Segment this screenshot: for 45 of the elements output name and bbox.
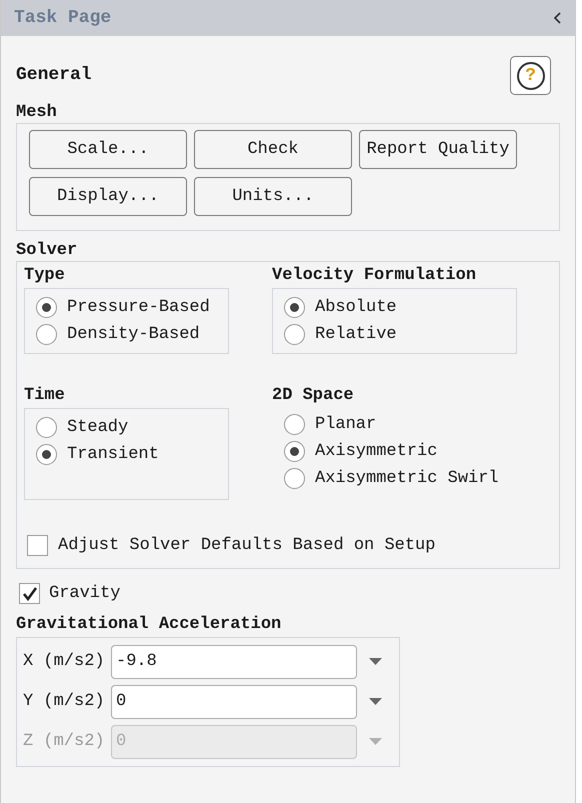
radio-label: Planar: [315, 414, 376, 436]
checkbox-label: Gravity: [49, 583, 120, 605]
radio-button[interactable]: [284, 297, 305, 318]
group-label: 2D Space: [272, 386, 355, 406]
mesh-button[interactable]: Scale...: [29, 130, 187, 169]
group-label: Velocity Formulation: [272, 266, 478, 286]
mesh-button[interactable]: Units...: [194, 177, 352, 216]
mesh-button[interactable]: Check: [194, 130, 352, 169]
radio-label: Axisymmetric Swirl: [315, 468, 499, 490]
radio-label: Relative: [315, 324, 397, 346]
dropdown-arrow-icon[interactable]: [369, 658, 382, 665]
section-label: Gravitational Acceleration: [16, 614, 282, 634]
field-label: Y (m/s2): [23, 690, 106, 713]
checkbox[interactable]: [27, 534, 48, 556]
mesh-button[interactable]: Display...: [29, 177, 187, 216]
mesh-button[interactable]: Report Quality: [359, 130, 517, 169]
radio-label: Axisymmetric: [315, 440, 438, 463]
radio-button[interactable]: [36, 297, 57, 318]
value-field[interactable]: 0: [111, 684, 357, 718]
radio-label: Absolute: [315, 296, 397, 319]
panel-title: Task Page: [14, 6, 112, 30]
radio-label: Density-Based: [67, 324, 200, 346]
radio-button[interactable]: [36, 444, 57, 465]
radio-button[interactable]: [284, 414, 305, 435]
radio-button[interactable]: [36, 324, 57, 345]
radio-button[interactable]: [284, 468, 305, 489]
page-heading: General: [16, 64, 92, 87]
checkbox-label: Adjust Solver Defaults Based on Setup: [58, 534, 436, 556]
radio-button[interactable]: [284, 441, 305, 462]
section-label: Solver: [16, 241, 78, 261]
section-label: Mesh: [16, 103, 58, 123]
checkmark-icon: [22, 586, 38, 602]
field-label: Z (m/s2): [23, 730, 106, 753]
radio-button[interactable]: [36, 417, 57, 438]
dropdown-arrow-icon[interactable]: [369, 698, 382, 705]
group-label: Type: [24, 266, 66, 286]
radio-button[interactable]: [284, 324, 305, 345]
group-label: Time: [24, 386, 66, 406]
collapse-icon[interactable]: [554, 12, 562, 24]
value-field[interactable]: -9.8: [111, 644, 357, 678]
radio-label: Transient: [67, 444, 159, 466]
radio-label: Pressure-Based: [67, 296, 210, 319]
radio-label: Steady: [67, 416, 128, 439]
checkbox[interactable]: [19, 583, 40, 604]
field-label: X (m/s2): [23, 650, 106, 673]
